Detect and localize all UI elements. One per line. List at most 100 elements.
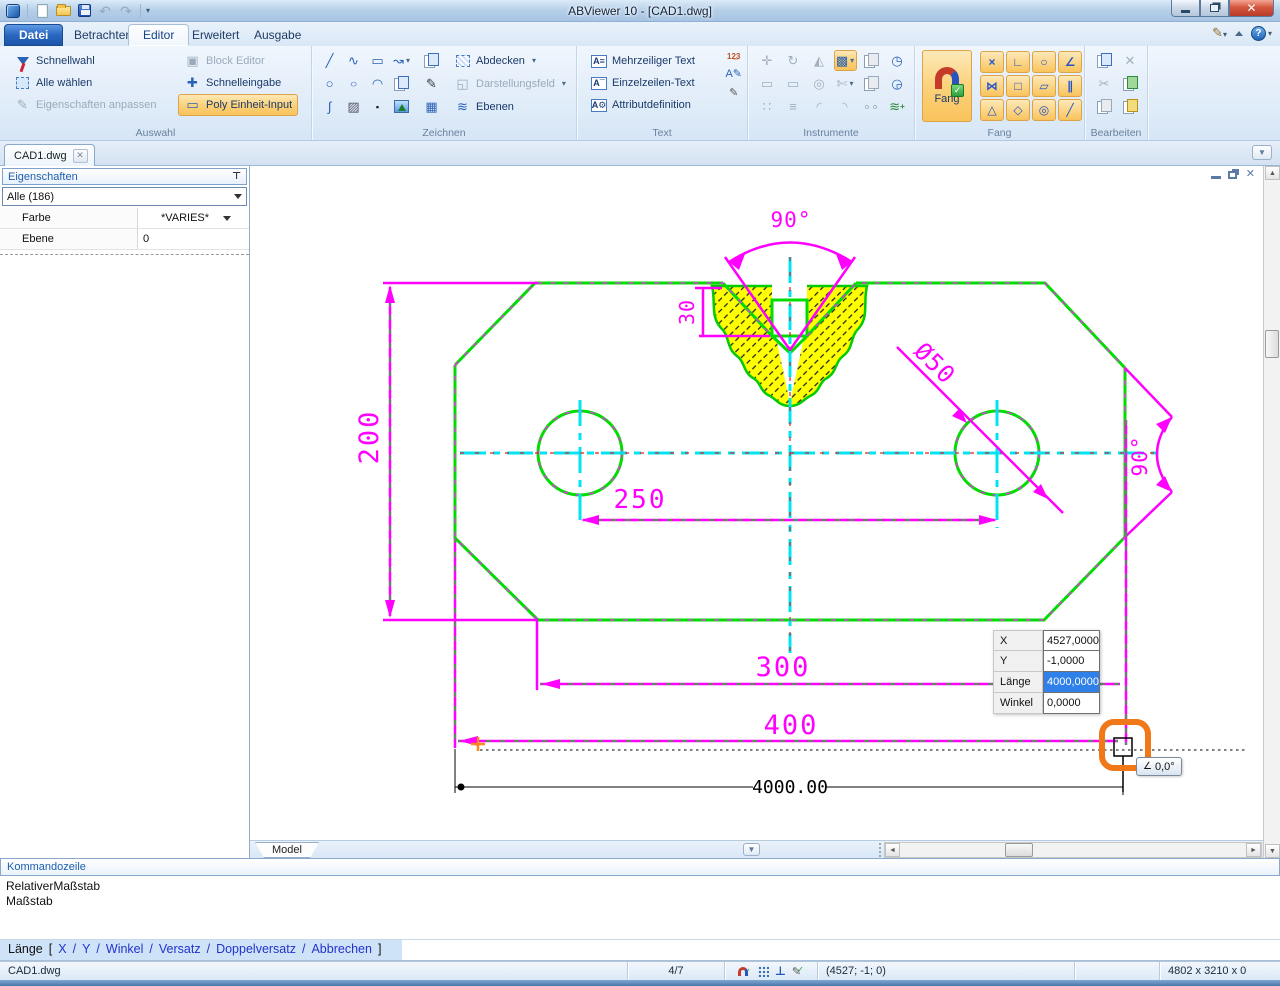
edit-text-icon[interactable]: A✎ <box>725 67 742 80</box>
schnelleingabe-button[interactable]: ✚Schnelleingabe <box>178 72 298 94</box>
snap-polygon-icon[interactable]: ▱ <box>1032 75 1056 97</box>
sketch-icon[interactable]: ∿ <box>342 50 365 71</box>
selection-filter-dropdown[interactable]: Alle (186) <box>2 187 247 206</box>
hatch-icon[interactable]: ▨ <box>342 96 365 117</box>
collapse-ribbon-icon[interactable] <box>1235 31 1243 36</box>
tab-ausgabe[interactable]: Ausgabe <box>240 24 315 46</box>
y-value-field[interactable]: -1,0000 <box>1043 650 1100 672</box>
ebene-value[interactable]: 0 <box>138 229 249 249</box>
redo-icon[interactable]: ↷ <box>117 2 135 20</box>
snap-center-icon[interactable]: ○ <box>1032 51 1056 73</box>
quick-access-dropdown-icon[interactable]: ▾ <box>146 6 150 15</box>
trim-icon[interactable]: ✄▾ <box>834 73 857 94</box>
scroll-left-icon[interactable]: ◄ <box>885 843 900 857</box>
table-icon[interactable]: ▦ <box>420 96 443 117</box>
insert-block-icon[interactable] <box>420 50 443 71</box>
draw-order-icon[interactable]: ▩▾ <box>834 50 857 71</box>
undo-icon[interactable]: ↶ <box>96 2 114 20</box>
copy-clipboard-icon[interactable] <box>1093 50 1116 71</box>
scroll-down-icon[interactable]: ▼ <box>1265 844 1280 858</box>
snap-node-icon[interactable]: □ <box>1006 75 1030 97</box>
mdi-restore-icon[interactable] <box>1228 171 1237 179</box>
rotate-timer-icon[interactable]: ◷ <box>886 50 909 71</box>
snap-quadrant-icon[interactable]: ◇ <box>1006 99 1030 121</box>
prompt-option-x[interactable]: X <box>58 942 66 956</box>
scale-icon[interactable]: ∷ <box>756 96 779 117</box>
scroll-up-icon[interactable]: ▲ <box>1265 166 1280 180</box>
edit-attribute-icon[interactable]: ✎ <box>729 86 738 99</box>
line-icon[interactable]: ╱ <box>318 50 341 71</box>
prompt-option-y[interactable]: Y <box>82 942 90 956</box>
prompt-option-versatz[interactable]: Versatz <box>159 942 201 956</box>
paste-special-icon[interactable] <box>1119 96 1142 117</box>
snap-endpoint-icon[interactable]: ∟ <box>1006 51 1030 73</box>
pen-icon[interactable]: ✎ <box>420 73 443 94</box>
array-rect-icon[interactable]: ▭ <box>756 73 779 94</box>
grid-toggle-icon[interactable] <box>757 965 769 977</box>
circle-icon[interactable]: ○ <box>318 73 341 94</box>
command-prompt-bar[interactable]: Länge [ X / Y / Winkel / Versatz / Doppe… <box>0 940 1280 961</box>
snap-triangle-icon[interactable]: △ <box>980 99 1004 121</box>
laenge-value-field[interactable]: 4000,0000 <box>1043 671 1100 693</box>
group-icon[interactable]: ∘∘ <box>860 96 883 117</box>
tab-datei[interactable]: Datei <box>4 24 63 46</box>
help-button[interactable]: ?▾ <box>1251 26 1272 41</box>
app-icon[interactable] <box>4 2 22 20</box>
properties-header[interactable]: Eigenschaften ⊤ <box>2 168 247 185</box>
move-icon[interactable]: ✛ <box>756 50 779 71</box>
copy-object-icon[interactable] <box>390 73 413 94</box>
command-history[interactable]: RelativerMaßstab Maßstab <box>0 876 1280 940</box>
snap-parallel-icon[interactable]: ∥ <box>1058 75 1082 97</box>
polyline-icon[interactable]: ↝▾ <box>390 50 413 71</box>
drawing-canvas[interactable]: 200 250 300 400 30 Ø50 90° 90° <box>250 166 1263 840</box>
paste-icon[interactable] <box>1119 73 1142 94</box>
draw-toggle-icon[interactable]: ✎✓ <box>792 965 804 978</box>
scroll-right-icon[interactable]: ► <box>1246 843 1261 857</box>
cad-drawing[interactable]: 200 250 300 400 30 Ø50 90° 90° <box>250 166 1263 840</box>
prompt-option-doppelversatz[interactable]: Doppelversatz <box>216 942 296 956</box>
rectangle-icon[interactable]: ▭ <box>366 50 389 71</box>
point-icon[interactable]: ▪ <box>366 96 389 117</box>
chamfer-icon[interactable]: ◝ <box>834 96 857 117</box>
copy-with-point-icon[interactable] <box>1093 96 1116 117</box>
schnellwahl-button[interactable]: Schnellwahl <box>8 50 162 72</box>
mdi-close-icon[interactable]: ✕ <box>1246 169 1255 180</box>
prompt-option-winkel[interactable]: Winkel <box>106 942 144 956</box>
mehrzeiliger-text-button[interactable]: A≡Mehrzeiliger Text <box>585 50 701 72</box>
splitter-handle[interactable] <box>878 842 883 858</box>
prompt-option-abbrechen[interactable]: Abbrechen <box>311 942 371 956</box>
delete-icon[interactable]: ✕ <box>1119 50 1142 71</box>
restore-button[interactable] <box>1200 0 1229 17</box>
fillet-icon[interactable]: ◜ <box>808 96 831 117</box>
snap-angle-icon[interactable]: ∠ <box>1058 51 1082 73</box>
tab-list-chevron-icon[interactable]: ▼ <box>1252 145 1272 160</box>
layout-chevron-icon[interactable]: ▼ <box>743 843 760 856</box>
fang-button[interactable]: ✓ Fang <box>922 50 972 122</box>
numbering-icon[interactable]: 12̲3 <box>727 52 740 61</box>
x-value-field[interactable]: 4527,0000 <box>1043 630 1100 651</box>
darstellungsfeld-button[interactable]: ◱Darstellungsfeld▾ <box>448 73 572 95</box>
snap-nearest-icon[interactable]: ╱ <box>1058 99 1082 121</box>
cut-icon[interactable]: ✂ <box>1093 73 1116 94</box>
winkel-value-field[interactable]: 0,0000 <box>1043 692 1100 714</box>
einzelzeilen-text-button[interactable]: A¯Einzelzeilen-Text <box>585 72 701 94</box>
snap-toggle-icon[interactable]: ✓ <box>738 967 751 976</box>
add-to-stack-icon[interactable]: ≋+ <box>886 96 909 117</box>
arc-icon[interactable]: ◠ <box>366 73 389 94</box>
snap-midpoint-icon[interactable]: ⋈ <box>980 75 1004 97</box>
pin-icon[interactable]: ⊤ <box>232 171 241 182</box>
document-tab[interactable]: CAD1.dwg ✕ <box>4 144 95 166</box>
vertical-scroll-thumb[interactable] <box>1265 330 1279 358</box>
command-line-header[interactable]: Kommandozeile <box>0 858 1280 876</box>
new-file-icon[interactable] <box>33 2 51 20</box>
snap-tangent-icon[interactable]: ◎ <box>1032 99 1056 121</box>
copy-icon[interactable] <box>860 50 883 71</box>
eigenschaften-anpassen-button[interactable]: ✎Eigenschaften anpassen <box>8 94 162 116</box>
attributdefinition-button[interactable]: A⚙Attributdefinition <box>585 94 701 116</box>
ortho-toggle-icon[interactable]: ⊥ <box>775 964 786 978</box>
ellipse-icon[interactable]: ○ <box>342 76 365 92</box>
alle-waehlen-button[interactable]: Alle wählen <box>8 72 162 94</box>
document-tab-close-icon[interactable]: ✕ <box>73 149 88 163</box>
save-file-icon[interactable] <box>75 2 93 20</box>
array-rect2-icon[interactable]: ▭ <box>782 73 805 94</box>
